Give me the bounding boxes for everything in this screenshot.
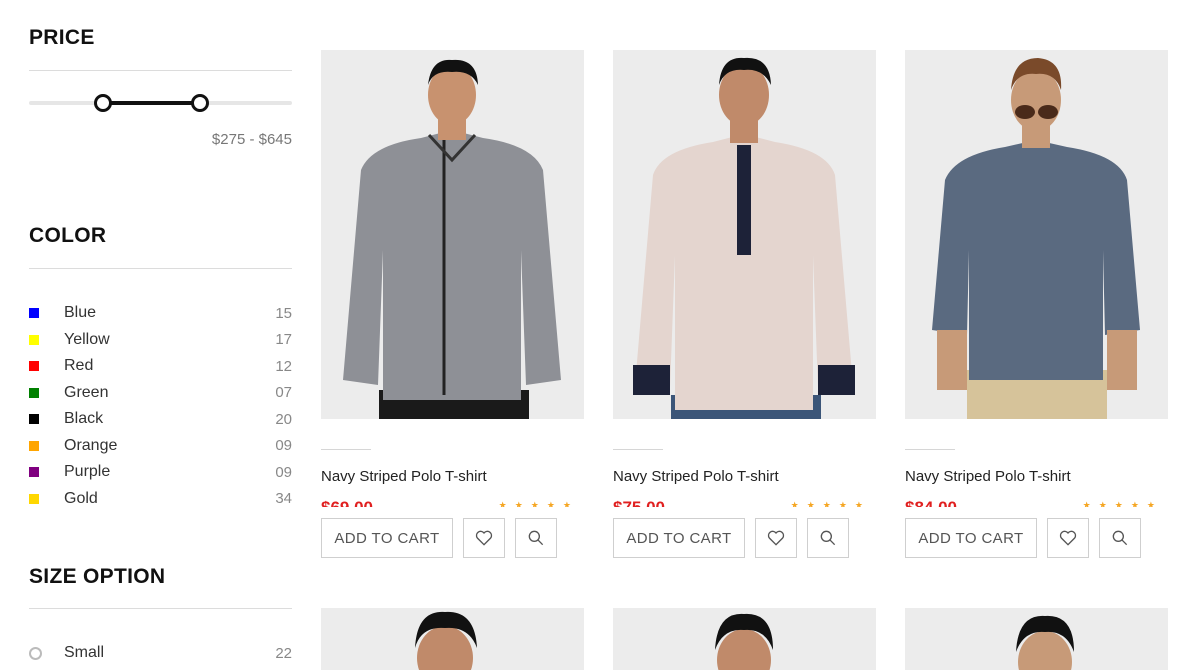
product-price: $75.00 xyxy=(613,498,665,507)
price-filter-title: PRICE xyxy=(29,26,95,49)
color-option-blue[interactable]: Blue 15 xyxy=(29,300,292,327)
search-icon xyxy=(820,530,836,546)
color-label: Red xyxy=(64,357,94,375)
add-to-cart-button[interactable]: ADD TO CART xyxy=(905,518,1037,558)
price-row: $84.00 ★★★★★ xyxy=(905,498,1168,507)
color-count: 17 xyxy=(275,331,292,349)
color-count: 12 xyxy=(275,357,292,375)
rating-stars: ★★★★★ xyxy=(1082,500,1163,507)
divider xyxy=(613,449,663,450)
size-option-small[interactable]: Small 22 xyxy=(29,642,292,664)
divider xyxy=(29,608,292,609)
price-min-handle[interactable] xyxy=(93,94,112,112)
product-image[interactable] xyxy=(905,608,1168,670)
color-count: 34 xyxy=(275,490,292,508)
quick-view-button[interactable] xyxy=(515,518,557,558)
color-filter-title: COLOR xyxy=(29,224,107,247)
color-count: 07 xyxy=(275,384,292,402)
add-to-cart-button[interactable]: ADD TO CART xyxy=(613,518,745,558)
product-title[interactable]: Navy Striped Polo T-shirt xyxy=(905,468,1071,485)
denim-shirt-model-photo xyxy=(932,58,1140,419)
search-icon xyxy=(1112,530,1128,546)
color-count: 15 xyxy=(275,304,292,322)
product-image[interactable] xyxy=(613,608,876,670)
color-option-green[interactable]: Green 07 xyxy=(29,380,292,407)
model-photo xyxy=(715,613,773,670)
radio-button[interactable] xyxy=(29,646,42,660)
color-option-purple[interactable]: Purple 09 xyxy=(29,459,292,486)
quick-view-button[interactable] xyxy=(1099,518,1141,558)
rating-stars: ★★★★★ xyxy=(790,500,871,507)
color-count: 09 xyxy=(275,437,292,455)
product-title[interactable]: Navy Striped Polo T-shirt xyxy=(321,468,487,485)
price-max-handle[interactable] xyxy=(190,94,209,112)
product-image[interactable] xyxy=(905,50,1168,419)
price-range-fill xyxy=(102,101,200,105)
search-icon xyxy=(528,530,544,546)
color-swatch xyxy=(29,414,39,425)
color-option-gold[interactable]: Gold 34 xyxy=(29,486,292,513)
color-label: Gold xyxy=(64,489,98,507)
color-swatch xyxy=(29,334,39,345)
grey-shirt-model-photo xyxy=(343,59,561,419)
product-title[interactable]: Navy Striped Polo T-shirt xyxy=(613,468,779,485)
product-image[interactable] xyxy=(321,608,584,670)
divider xyxy=(29,268,292,269)
price-row: $69.00 ★★★★★ xyxy=(321,498,584,507)
product-price: $69.00 xyxy=(321,498,373,507)
heart-icon xyxy=(767,530,785,546)
color-label: Yellow xyxy=(64,330,110,348)
color-swatch xyxy=(29,493,39,504)
color-option-yellow[interactable]: Yellow 17 xyxy=(29,327,292,354)
color-label: Orange xyxy=(64,436,118,454)
model-photo xyxy=(1016,615,1074,670)
color-label: Blue xyxy=(64,304,97,322)
wishlist-button[interactable] xyxy=(463,518,505,558)
product-price: $84.00 xyxy=(905,498,957,507)
add-to-cart-button[interactable]: ADD TO CART xyxy=(321,518,453,558)
quick-view-button[interactable] xyxy=(807,518,849,558)
pink-shirt-model-photo xyxy=(633,57,855,419)
size-count: 22 xyxy=(275,644,292,662)
color-label: Purple xyxy=(64,463,111,481)
product-image[interactable] xyxy=(321,50,584,419)
color-option-orange[interactable]: Orange 09 xyxy=(29,433,292,460)
price-range-value: $275 - $645 xyxy=(211,131,292,148)
color-swatch xyxy=(29,361,39,372)
color-swatch xyxy=(29,387,39,398)
size-label: Small xyxy=(64,644,105,661)
divider xyxy=(29,70,292,71)
price-row: $75.00 ★★★★★ xyxy=(613,498,876,507)
divider xyxy=(321,449,371,450)
color-label: Black xyxy=(64,410,104,428)
color-swatch xyxy=(29,308,39,319)
heart-icon xyxy=(1059,530,1077,546)
color-count: 20 xyxy=(275,410,292,428)
divider xyxy=(905,449,955,450)
color-swatch xyxy=(29,440,39,451)
heart-icon xyxy=(475,530,493,546)
rating-stars: ★★★★★ xyxy=(498,500,579,507)
color-filter-list: Blue 15 Yellow 17 Red 12 Green 07 Black … xyxy=(29,300,292,512)
color-option-black[interactable]: Black 20 xyxy=(29,406,292,433)
color-count: 09 xyxy=(275,463,292,481)
product-image[interactable] xyxy=(613,50,876,419)
color-label: Green xyxy=(64,383,109,401)
color-option-red[interactable]: Red 12 xyxy=(29,353,292,380)
color-swatch xyxy=(29,467,39,478)
size-filter-title: SIZE OPTION xyxy=(29,565,166,588)
wishlist-button[interactable] xyxy=(755,518,797,558)
wishlist-button[interactable] xyxy=(1047,518,1089,558)
model-photo xyxy=(415,611,477,670)
